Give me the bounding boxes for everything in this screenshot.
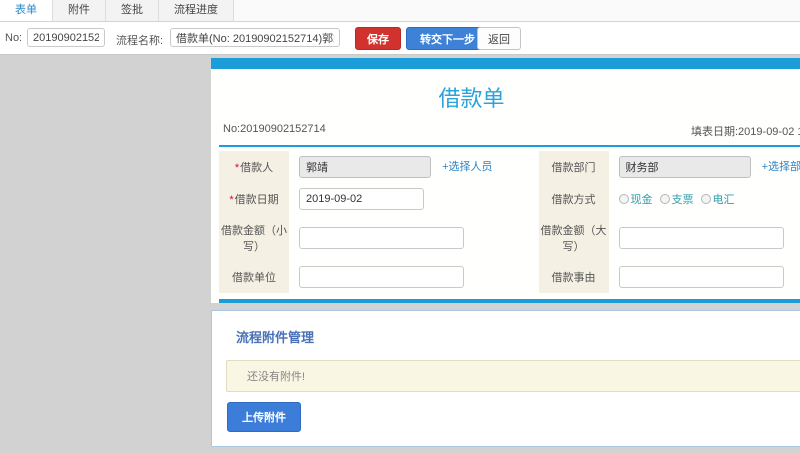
- page-title: 借款单: [438, 86, 505, 111]
- attachment-section-heading: 流程附件管理: [236, 330, 315, 345]
- radio-cheque[interactable]: 支票: [659, 191, 694, 207]
- radio-cash-label: 现金: [630, 194, 653, 206]
- no-attachments-alert: 还没有附件!: [226, 360, 800, 392]
- process-name-label: 流程名称:: [116, 35, 164, 47]
- required-asterisk: *: [229, 194, 234, 206]
- radio-cash[interactable]: 现金: [618, 191, 653, 207]
- amount-uppercase-input[interactable]: [618, 227, 784, 249]
- borrower-input[interactable]: [299, 156, 431, 178]
- table-row: *借款日期 借款方式 现金 支票: [219, 183, 800, 215]
- save-button[interactable]: 保存: [355, 27, 401, 50]
- borrower-label: 借款人: [240, 162, 274, 174]
- table-row: *借款人 +选择人员 借款部门 +选择部门: [219, 151, 800, 183]
- borrower-label-cell: *借款人: [219, 151, 289, 183]
- loan-reason-input[interactable]: [618, 266, 784, 288]
- process-name-input[interactable]: [170, 28, 340, 47]
- amount-lowercase-input[interactable]: [299, 227, 464, 249]
- loan-date-label: 借款日期: [234, 194, 279, 206]
- form-fill-date-text: 填表日期:2019-09-02 15:27:1: [691, 126, 800, 138]
- amount-lowercase-label: 借款金额（小写）: [221, 225, 287, 253]
- upload-attachment-button[interactable]: 上传附件: [227, 402, 301, 432]
- radio-circle-icon: [700, 194, 711, 204]
- radio-circle-icon: [618, 194, 629, 204]
- tab-form[interactable]: 表单: [0, 0, 53, 21]
- no-label: No:: [5, 32, 23, 44]
- no-input[interactable]: [27, 28, 105, 47]
- loan-form-panel: 借款单 No:20190902152714 填表日期:2019-09-02 15…: [211, 58, 800, 453]
- amount-uppercase-label-cell: 借款金额（大写）: [538, 215, 609, 261]
- loan-reason-label: 借款事由: [551, 272, 596, 284]
- form-number-text: No:20190902152714: [223, 123, 326, 135]
- divider-thin: [219, 145, 800, 147]
- command-bar: No: 流程名称: 保存 转交下一步 返回: [0, 22, 800, 55]
- table-row: 借款金额（小写） 借款金额（大写）: [219, 215, 800, 261]
- department-input[interactable]: [618, 156, 751, 178]
- loan-form-table: *借款人 +选择人员 借款部门 +选择部门 *借款日期: [219, 151, 800, 293]
- department-label: 借款部门: [551, 162, 596, 174]
- loan-method-label-cell: 借款方式: [538, 183, 609, 215]
- loan-unit-input[interactable]: [299, 266, 464, 288]
- tab-approval[interactable]: 签批: [106, 0, 159, 21]
- tab-bar: 表单 附件 签批 流程进度: [0, 0, 800, 22]
- select-department-link[interactable]: +选择部门: [762, 161, 800, 173]
- select-person-link[interactable]: +选择人员: [442, 161, 492, 173]
- loan-unit-label: 借款单位: [232, 272, 276, 284]
- tab-process-progress[interactable]: 流程进度: [159, 0, 234, 21]
- loan-reason-label-cell: 借款事由: [538, 261, 609, 293]
- table-row: 借款单位 借款事由: [219, 261, 800, 293]
- loan-method-label: 借款方式: [551, 194, 596, 206]
- radio-wire-transfer-label: 电汇: [712, 194, 735, 206]
- amount-uppercase-label: 借款金额（大写）: [540, 225, 607, 253]
- divider-thick: [219, 299, 800, 303]
- attachment-management-card: 流程附件管理 还没有附件! 上传附件: [211, 310, 800, 447]
- loan-unit-label-cell: 借款单位: [219, 261, 289, 293]
- tab-attachments[interactable]: 附件: [53, 0, 106, 21]
- back-button[interactable]: 返回: [477, 27, 521, 50]
- amount-lowercase-label-cell: 借款金额（小写）: [219, 215, 289, 261]
- panel-top-accent-bar: [211, 58, 800, 69]
- radio-wire-transfer[interactable]: 电汇: [700, 191, 735, 207]
- required-asterisk: *: [234, 162, 240, 174]
- radio-circle-icon: [659, 194, 670, 204]
- radio-cheque-label: 支票: [671, 194, 694, 206]
- loan-method-radio-group: 现金 支票 电汇: [618, 191, 735, 207]
- department-label-cell: 借款部门: [538, 151, 609, 183]
- loan-form-card: 借款单 No:20190902152714 填表日期:2019-09-02 15…: [211, 69, 800, 303]
- loan-date-input[interactable]: [299, 188, 424, 210]
- loan-date-label-cell: *借款日期: [219, 183, 289, 215]
- form-meta-row: No:20190902152714 填表日期:2019-09-02 15:27:…: [219, 123, 800, 139]
